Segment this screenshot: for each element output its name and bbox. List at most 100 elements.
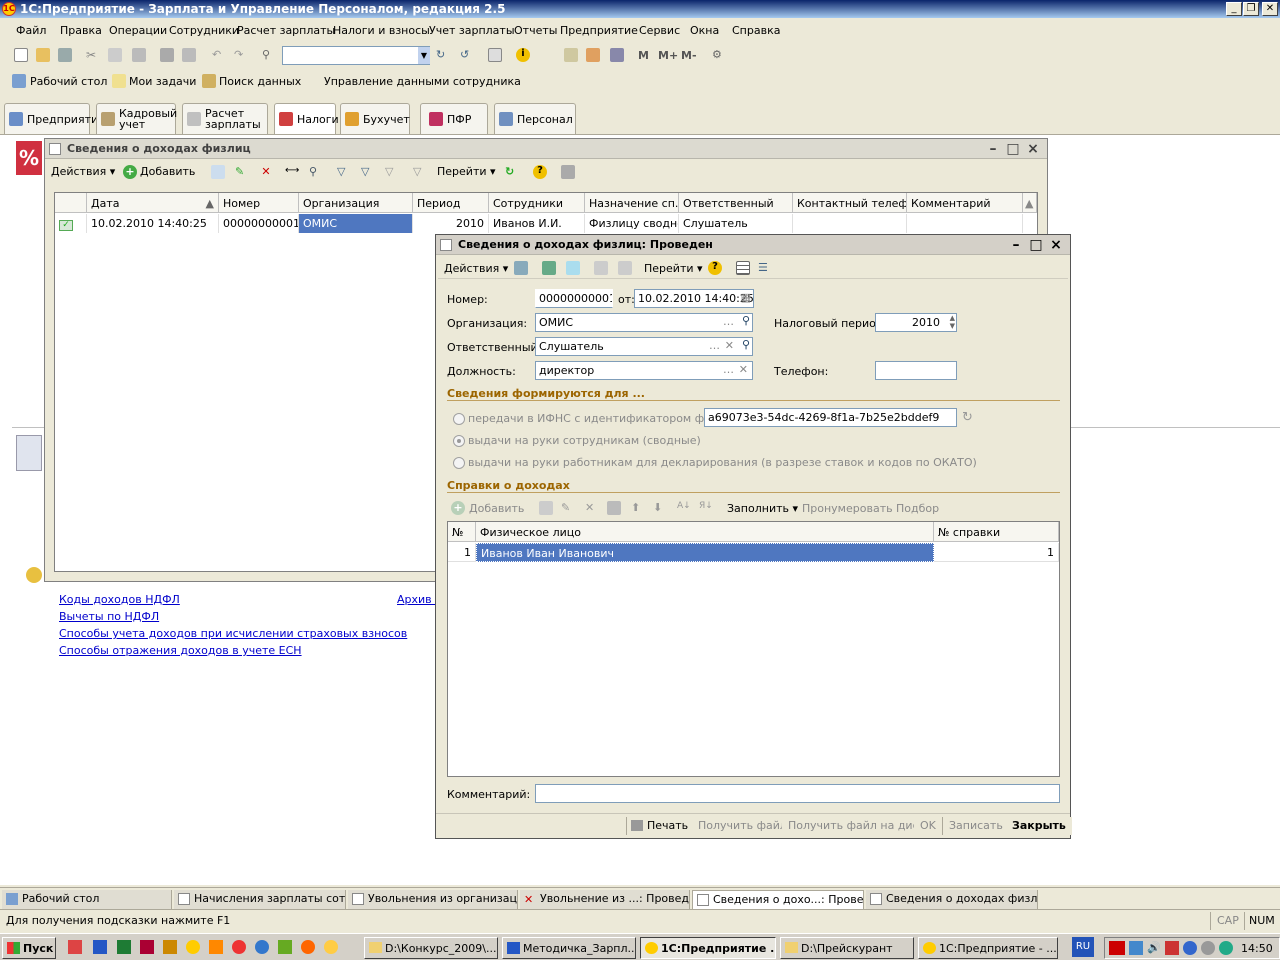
menu-payroll[interactable]: Расчет зарплаты: [237, 24, 335, 37]
radio-employees-summary[interactable]: [453, 435, 465, 447]
menu-payroll-accounting[interactable]: Учет зарплаты: [429, 24, 515, 37]
redo-icon[interactable]: ↷: [234, 48, 248, 62]
post-icon[interactable]: ⟷: [285, 165, 299, 179]
word-icon[interactable]: [93, 940, 107, 954]
minimize-icon[interactable]: –: [1006, 235, 1026, 255]
movements-icon[interactable]: [618, 261, 632, 275]
new-icon[interactable]: [14, 48, 28, 62]
radio-ifns[interactable]: [453, 413, 465, 425]
tab-pfr[interactable]: ПФР: [420, 103, 488, 134]
minimize-icon[interactable]: –: [983, 139, 1003, 159]
open-icon[interactable]: [36, 48, 50, 62]
select-button[interactable]: Подбор: [896, 502, 939, 515]
window-tab-desktop[interactable]: Рабочий стол: [2, 890, 172, 909]
settings-icon[interactable]: ⚙: [712, 48, 726, 62]
outlook-icon[interactable]: [163, 940, 177, 954]
post-icon[interactable]: [542, 261, 556, 275]
quicklaunch-icon-2[interactable]: [209, 940, 223, 954]
maximize-icon[interactable]: □: [1003, 139, 1023, 159]
maximize-icon[interactable]: □: [1026, 235, 1046, 255]
open-icon[interactable]: ⚲: [742, 314, 750, 327]
comment-field[interactable]: [535, 784, 1060, 803]
column-header-person[interactable]: Физическое лицо: [476, 522, 934, 542]
window-tab-income-list[interactable]: Сведения о доходах физлиц: [866, 890, 1038, 909]
select-icon[interactable]: …: [709, 339, 720, 352]
search-dropdown-icon[interactable]: ▼: [418, 47, 430, 64]
close-button[interactable]: Закрыть: [1006, 817, 1072, 835]
tab-payroll[interactable]: Расчет зарплаты: [182, 103, 268, 134]
quicklaunch-icon-1[interactable]: [68, 940, 82, 954]
link-income-accounting-methods[interactable]: Способы учета доходов при исчислении стр…: [59, 627, 407, 640]
select-icon[interactable]: …: [723, 315, 734, 328]
link-esn-income-methods[interactable]: Способы отражения доходов в учете ЕСН: [59, 644, 302, 657]
cut-icon[interactable]: ✂: [86, 48, 100, 62]
link-ndfl-income-codes[interactable]: Коды доходов НДФЛ: [59, 593, 180, 606]
windows-icon[interactable]: [488, 48, 502, 62]
tree-view-icon[interactable]: ☰: [758, 261, 772, 275]
calculator-icon[interactable]: [564, 48, 578, 62]
edit-icon[interactable]: ✎: [235, 165, 249, 179]
undo-icon[interactable]: ↶: [212, 48, 226, 62]
responsible-field[interactable]: Слушатель … ✕ ⚲: [535, 337, 753, 356]
language-indicator[interactable]: RU: [1072, 937, 1094, 957]
file-id-field[interactable]: a69073e3-54dc-4269-8f1a-7b25e2bddef9: [704, 408, 957, 427]
firefox-icon[interactable]: [301, 940, 315, 954]
get-file-button[interactable]: Получить файл: [692, 817, 794, 835]
menu-windows[interactable]: Окна: [690, 24, 719, 37]
move-down-icon[interactable]: ⬇: [653, 501, 667, 515]
goto-menu[interactable]: Перейти ▾: [437, 165, 496, 178]
renumber-button[interactable]: Пронумеровать: [802, 502, 893, 515]
quicklaunch-icon-4[interactable]: [278, 940, 292, 954]
menu-enterprise[interactable]: Предприятие: [560, 24, 638, 37]
link-ndfl-deductions[interactable]: Вычеты по НДФЛ: [59, 610, 159, 623]
memory-button[interactable]: M: [638, 49, 649, 62]
tab-personnel[interactable]: Персонал: [494, 103, 576, 134]
open-icon[interactable]: ⚲: [742, 338, 750, 351]
task-explorer-price[interactable]: D:\Прейскурант: [780, 937, 914, 959]
window-tab-income-doc[interactable]: Сведения о дохо...: Проведен: [692, 890, 864, 909]
tray-icon[interactable]: [1183, 941, 1197, 955]
tab-taxes[interactable]: Налоги: [274, 103, 339, 134]
cert-add-button[interactable]: Добавить: [469, 502, 524, 515]
list-view-icon[interactable]: [736, 261, 750, 275]
scroll-up-icon[interactable]: ▲: [1023, 193, 1037, 213]
excel-icon[interactable]: [117, 940, 131, 954]
menu-file[interactable]: Файл: [16, 24, 46, 37]
network-icon[interactable]: [1129, 941, 1143, 955]
doc-goto-menu[interactable]: Перейти ▾: [644, 262, 703, 275]
column-header-period[interactable]: Период: [413, 193, 489, 213]
calendar-icon[interactable]: ▦: [741, 291, 751, 304]
tray-icon[interactable]: [1219, 941, 1233, 955]
save-icon[interactable]: [58, 48, 72, 62]
menu-service[interactable]: Сервис: [639, 24, 680, 37]
data-search-button[interactable]: Поиск данных: [219, 75, 301, 88]
tax-period-field[interactable]: 2010 ▲ ▼: [875, 313, 957, 332]
actions-menu[interactable]: Действия ▾: [51, 165, 115, 178]
find-prev-icon[interactable]: ↺: [460, 48, 474, 62]
column-header-comment[interactable]: Комментарий: [907, 193, 1023, 213]
opera-icon[interactable]: [232, 940, 246, 954]
menu-taxes[interactable]: Налоги и взносы: [333, 24, 430, 37]
fill-menu[interactable]: Заполнить ▾: [727, 502, 798, 515]
doc-actions-menu[interactable]: Действия ▾: [444, 262, 508, 275]
memory-plus-button[interactable]: M+: [658, 49, 678, 62]
sort-desc-icon[interactable]: Я↓: [699, 501, 713, 515]
tray-icon[interactable]: [1201, 941, 1215, 955]
quicklaunch-icon-3[interactable]: [255, 940, 269, 954]
help-icon[interactable]: ?: [708, 261, 722, 275]
filter-off-icon[interactable]: ▽: [413, 165, 427, 179]
delete-icon[interactable]: ✕: [585, 501, 599, 515]
minimize-button[interactable]: _: [1226, 2, 1242, 16]
table-row[interactable]: 1 Иванов Иван Иванович 1: [448, 543, 1059, 562]
close-icon[interactable]: ×: [1023, 139, 1043, 159]
date-field[interactable]: 10.02.2010 14:40:25 ▦: [634, 289, 754, 308]
column-header-number[interactable]: Номер: [219, 193, 299, 213]
refresh-icon[interactable]: ↻: [505, 165, 519, 179]
clear-icon[interactable]: ✕: [725, 339, 734, 352]
task-onec-2[interactable]: 1С:Предприятие - ...: [918, 937, 1058, 959]
tab-accounting[interactable]: Бухучет: [340, 103, 410, 134]
copy-icon[interactable]: [108, 48, 122, 62]
structure-icon[interactable]: [594, 261, 608, 275]
move-up-icon[interactable]: ⬆: [631, 501, 645, 515]
print-preview-icon[interactable]: [182, 48, 196, 62]
